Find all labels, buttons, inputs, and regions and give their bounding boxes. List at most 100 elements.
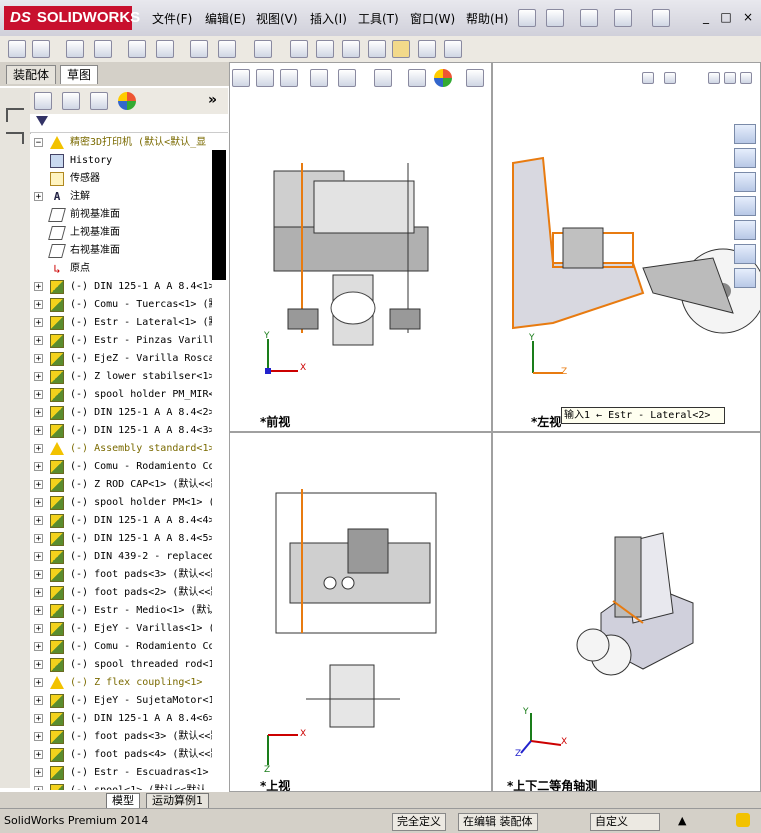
custom-properties-icon[interactable]	[734, 268, 756, 288]
menu-file[interactable]: 文件(F)	[152, 10, 192, 28]
expand-icon[interactable]: +	[34, 696, 43, 706]
menu-edit[interactable]: 编辑(E)	[205, 10, 246, 28]
filter-icon[interactable]	[36, 116, 48, 126]
view-palette-icon[interactable]	[734, 220, 756, 240]
menu-help[interactable]: 帮助(H)	[466, 10, 508, 28]
expand-icon[interactable]: +	[34, 498, 43, 508]
expand-icon[interactable]: +	[34, 642, 43, 652]
expand-icon[interactable]: +	[34, 354, 43, 364]
home-icon[interactable]	[734, 148, 756, 168]
hide-show-items-icon[interactable]	[408, 69, 426, 87]
close-button[interactable]: ×	[740, 9, 756, 25]
rebuild-icon[interactable]	[736, 813, 750, 827]
expand-icon[interactable]: +	[34, 732, 43, 742]
expand-icon[interactable]: +	[34, 678, 43, 688]
vp-restore-icon[interactable]	[724, 72, 736, 84]
appearances-icon[interactable]	[734, 244, 756, 264]
insert-component-icon[interactable]	[32, 40, 50, 58]
collapse-icon[interactable]: −	[34, 138, 43, 148]
help-icon[interactable]	[652, 9, 670, 27]
feature-tree-tab-icon[interactable]	[34, 92, 52, 110]
configuration-manager-tab-icon[interactable]	[90, 92, 108, 110]
viewport-top[interactable]: Z X *上视	[229, 432, 492, 792]
pin-icon[interactable]	[518, 9, 536, 27]
menu-view[interactable]: 视图(V)	[256, 10, 298, 28]
menu-window[interactable]: 窗口(W)	[410, 10, 455, 28]
split-view-icon[interactable]	[664, 72, 676, 84]
filter-bar[interactable]	[30, 114, 228, 133]
expand-icon[interactable]: +	[34, 516, 43, 526]
assembly-icon[interactable]	[8, 40, 26, 58]
reference-geometry-icon[interactable]	[254, 40, 272, 58]
tab-assembly[interactable]: 装配体	[6, 65, 57, 84]
clearance-icon[interactable]	[368, 40, 386, 58]
viewport-front[interactable]: Y X *前视	[229, 62, 492, 432]
motion-study-icon[interactable]	[418, 40, 436, 58]
expand-icon[interactable]: +	[34, 426, 43, 436]
smart-fasteners-icon[interactable]	[190, 40, 208, 58]
units-up-icon[interactable]: ▲	[678, 813, 686, 829]
expand-icon[interactable]: +	[34, 336, 43, 346]
more-tabs-icon[interactable]: »	[208, 92, 217, 108]
maximize-button[interactable]: □	[718, 9, 734, 25]
settings-gear-icon[interactable]	[290, 40, 308, 58]
expand-icon[interactable]: +	[34, 534, 43, 544]
expand-icon[interactable]: +	[34, 750, 43, 760]
mate-icon[interactable]	[66, 40, 84, 58]
new-document-icon[interactable]	[546, 9, 564, 27]
expand-icon[interactable]: +	[34, 444, 43, 454]
minimize-button[interactable]: _	[698, 9, 714, 25]
property-manager-tab-icon[interactable]	[62, 92, 80, 110]
menu-tools[interactable]: 工具(T)	[358, 10, 399, 28]
status-units[interactable]: 自定义	[590, 813, 660, 831]
expand-icon[interactable]: +	[34, 318, 43, 328]
expand-icon[interactable]: +	[34, 372, 43, 382]
expand-icon[interactable]: +	[34, 660, 43, 670]
expand-icon[interactable]: +	[34, 408, 43, 418]
file-explorer-icon[interactable]	[734, 196, 756, 216]
expand-icon[interactable]: +	[34, 300, 43, 310]
resources-icon[interactable]	[734, 124, 756, 144]
edit-appearance-icon[interactable]	[434, 69, 452, 87]
instant3d-icon[interactable]	[392, 40, 410, 58]
expand-icon[interactable]: +	[34, 282, 43, 292]
view-orientation-icon[interactable]	[338, 69, 356, 87]
previous-view-icon[interactable]	[280, 69, 298, 87]
expand-icon[interactable]: +	[34, 462, 43, 472]
expand-icon[interactable]: +	[34, 768, 43, 778]
zoom-area-icon[interactable]	[256, 69, 274, 87]
expand-icon[interactable]: +	[34, 786, 43, 790]
menu-insert[interactable]: 插入(I)	[310, 10, 347, 28]
save-icon[interactable]	[614, 9, 632, 27]
viewport-isometric[interactable]: Y X Z *上下二等角轴测	[492, 432, 761, 792]
tab-motion-study[interactable]: 运动算例1	[146, 793, 209, 809]
zoom-to-fit-icon[interactable]	[232, 69, 250, 87]
vp-minimize-icon[interactable]	[708, 72, 720, 84]
display-style-icon[interactable]	[374, 69, 392, 87]
viewport-left[interactable]: Y Z *左视	[492, 62, 761, 432]
tab-model[interactable]: 模型	[106, 793, 140, 809]
vp-close-icon[interactable]	[740, 72, 752, 84]
expand-icon[interactable]: +	[34, 588, 43, 598]
expand-icon[interactable]: +	[34, 192, 43, 202]
bill-of-materials-icon[interactable]	[316, 40, 334, 58]
expand-icon[interactable]: +	[34, 606, 43, 616]
expand-icon[interactable]: +	[34, 390, 43, 400]
section-view-icon[interactable]	[310, 69, 328, 87]
pattern-icon[interactable]	[94, 40, 112, 58]
appearance-tab-icon[interactable]	[118, 92, 136, 110]
expand-icon[interactable]: +	[34, 570, 43, 580]
interference-icon[interactable]	[342, 40, 360, 58]
design-library-icon[interactable]	[734, 172, 756, 192]
dimension-icon[interactable]	[6, 132, 24, 144]
expand-icon[interactable]: +	[34, 714, 43, 724]
tab-sketch[interactable]: 草图	[60, 65, 99, 84]
explode-view-icon[interactable]	[218, 40, 236, 58]
expand-icon[interactable]: +	[34, 552, 43, 562]
rotate-component-icon[interactable]	[156, 40, 174, 58]
snapshot-icon[interactable]	[444, 40, 462, 58]
link-views-icon[interactable]	[642, 72, 654, 84]
expand-icon[interactable]: +	[34, 624, 43, 634]
open-folder-icon[interactable]	[580, 9, 598, 27]
solidworks-logo[interactable]: DS SOLIDWORKS	[4, 6, 140, 30]
